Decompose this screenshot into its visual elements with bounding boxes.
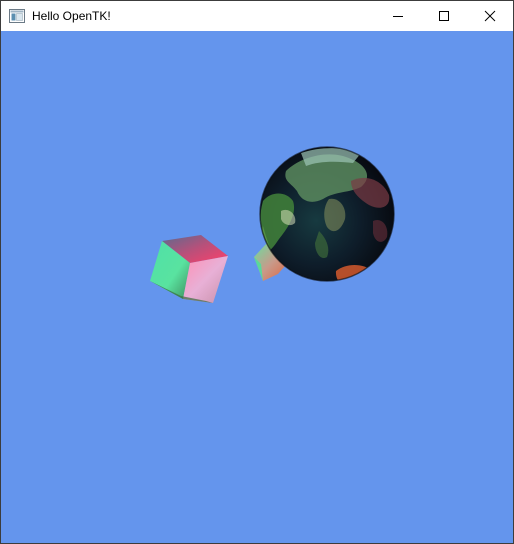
opengl-viewport[interactable] — [1, 31, 513, 543]
rotating-cube-large — [150, 235, 228, 303]
close-icon — [484, 10, 496, 22]
app-window: Hello OpenTK! — [0, 0, 514, 544]
maximize-icon — [439, 11, 449, 21]
minimize-button[interactable] — [375, 1, 421, 31]
minimize-icon — [393, 16, 403, 17]
title-bar[interactable]: Hello OpenTK! — [1, 1, 513, 31]
maximize-button[interactable] — [421, 1, 467, 31]
window-app-icon[interactable] — [9, 9, 25, 23]
close-button[interactable] — [467, 1, 513, 31]
window-title: Hello OpenTK! — [32, 9, 111, 23]
